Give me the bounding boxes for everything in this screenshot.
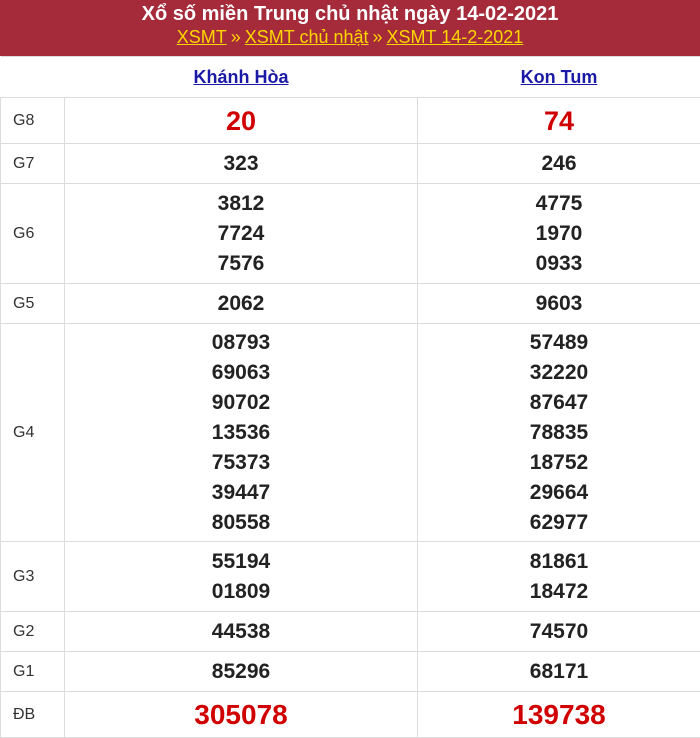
prize-number: 4775 <box>418 189 700 219</box>
breadcrumb-xsmt-sunday-link[interactable]: XSMT chủ nhật <box>245 27 369 47</box>
breadcrumb: XSMT»XSMT chủ nhật»XSMT 14-2-2021 <box>0 25 700 49</box>
prize-number: 57489 <box>418 328 700 358</box>
prize-number: 246 <box>418 149 700 179</box>
prize-cell: 68171 <box>418 652 700 692</box>
prize-cell: 139738 <box>418 692 700 738</box>
prize-label: ĐB <box>1 692 65 738</box>
prize-cell: 8186118472 <box>418 542 700 612</box>
prize-cell: 57489322208764778835187522966462977 <box>418 324 700 542</box>
prize-label: G1 <box>1 652 65 692</box>
breadcrumb-xsmt-date-link[interactable]: XSMT 14-2-2021 <box>387 27 524 47</box>
province-kon-tum-link[interactable]: Kon Tum <box>521 67 598 87</box>
prize-number: 44538 <box>65 617 417 647</box>
prize-cell: 74 <box>418 98 700 144</box>
prize-number: 139738 <box>418 700 700 730</box>
prize-cell: 305078 <box>65 692 418 738</box>
page-title: Xổ số miền Trung chủ nhật ngày 14-02-202… <box>0 0 700 25</box>
prize-number: 9603 <box>418 289 700 319</box>
prize-cell: 08793690639070213536753733944780558 <box>65 324 418 542</box>
prize-row: G355194018098186118472 <box>1 542 700 612</box>
prize-number: 55194 <box>65 547 417 577</box>
prize-row: G18529668171 <box>1 652 700 692</box>
prize-number: 32220 <box>418 358 700 388</box>
prize-number: 18752 <box>418 448 700 478</box>
prize-row: G7323246 <box>1 144 700 184</box>
breadcrumb-separator: » <box>231 27 241 47</box>
prize-number: 29664 <box>418 478 700 508</box>
prize-cell: 85296 <box>65 652 418 692</box>
prize-label: G7 <box>1 144 65 184</box>
prize-row: ĐB305078139738 <box>1 692 700 738</box>
prize-number: 1970 <box>418 219 700 249</box>
prize-cell: 2062 <box>65 284 418 324</box>
prize-number: 13536 <box>65 418 417 448</box>
prize-number: 7576 <box>65 249 417 279</box>
prize-number: 74570 <box>418 617 700 647</box>
prize-number: 75373 <box>65 448 417 478</box>
prize-cell: 9603 <box>418 284 700 324</box>
prize-label: G3 <box>1 542 65 612</box>
page-header: Xổ số miền Trung chủ nhật ngày 14-02-202… <box>0 0 700 56</box>
prize-number: 90702 <box>65 388 417 418</box>
prize-number: 0933 <box>418 249 700 279</box>
prize-number: 3812 <box>65 189 417 219</box>
prize-rows: G82074G7323246G6381277247576477519700933… <box>1 98 700 738</box>
province-header-cell: Kon Tum <box>418 57 700 98</box>
province-khanh-hoa-link[interactable]: Khánh Hòa <box>193 67 288 87</box>
prize-number: 18472 <box>418 577 700 607</box>
breadcrumb-separator: » <box>373 27 383 47</box>
prize-label: G6 <box>1 184 65 284</box>
prize-number: 80558 <box>65 508 417 538</box>
prize-row: G24453874570 <box>1 612 700 652</box>
prize-number: 323 <box>65 149 417 179</box>
prize-row: G408793690639070213536753733944780558574… <box>1 324 700 542</box>
header-empty-cell <box>1 57 65 98</box>
prize-number: 69063 <box>65 358 417 388</box>
prize-cell: 323 <box>65 144 418 184</box>
prize-number: 7724 <box>65 219 417 249</box>
prize-number: 85296 <box>65 657 417 687</box>
prize-cell: 477519700933 <box>418 184 700 284</box>
prize-label: G8 <box>1 98 65 144</box>
prize-row: G82074 <box>1 98 700 144</box>
breadcrumb-xsmt-link[interactable]: XSMT <box>177 27 227 47</box>
prize-cell: 44538 <box>65 612 418 652</box>
prize-cell: 5519401809 <box>65 542 418 612</box>
prize-label: G4 <box>1 324 65 542</box>
prize-number: 305078 <box>65 700 417 730</box>
results-table: Khánh Hòa Kon Tum G82074G7323246G6381277… <box>0 56 700 738</box>
prize-number: 20 <box>65 106 417 136</box>
prize-number: 2062 <box>65 289 417 319</box>
prize-label: G2 <box>1 612 65 652</box>
prize-row: G520629603 <box>1 284 700 324</box>
prize-number: 74 <box>418 106 700 136</box>
prize-number: 39447 <box>65 478 417 508</box>
prize-number: 08793 <box>65 328 417 358</box>
prize-number: 78835 <box>418 418 700 448</box>
prize-number: 87647 <box>418 388 700 418</box>
prize-cell: 20 <box>65 98 418 144</box>
province-header-cell: Khánh Hòa <box>65 57 418 98</box>
prize-cell: 74570 <box>418 612 700 652</box>
prize-cell: 381277247576 <box>65 184 418 284</box>
province-header-row: Khánh Hòa Kon Tum <box>1 57 700 98</box>
prize-number: 62977 <box>418 508 700 538</box>
prize-label: G5 <box>1 284 65 324</box>
prize-number: 81861 <box>418 547 700 577</box>
prize-number: 01809 <box>65 577 417 607</box>
prize-number: 68171 <box>418 657 700 687</box>
prize-cell: 246 <box>418 144 700 184</box>
prize-row: G6381277247576477519700933 <box>1 184 700 284</box>
